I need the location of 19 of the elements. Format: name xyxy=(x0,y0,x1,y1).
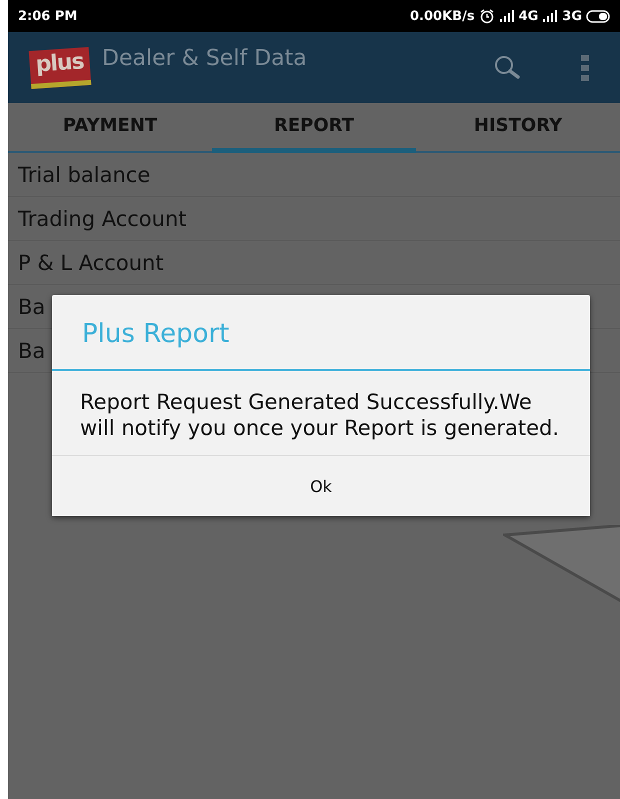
tab[interactable]: REPORT xyxy=(212,103,416,153)
status-time: 2:06 PM xyxy=(18,8,78,24)
network-type: 4G xyxy=(518,8,538,24)
tab[interactable]: HISTORY xyxy=(416,103,620,153)
app-logo: plus xyxy=(28,46,92,89)
list-item[interactable]: P & L Account xyxy=(8,241,620,285)
signal-icon xyxy=(542,10,558,22)
dialog-title: Plus Report xyxy=(52,295,590,371)
network-type: 3G xyxy=(562,8,582,24)
ok-button[interactable]: Ok xyxy=(52,456,590,516)
alarm-clock-icon xyxy=(478,8,495,24)
list-item[interactable]: Trading Account xyxy=(8,197,620,241)
network-speed: 0.00KB/s xyxy=(410,8,475,24)
battery-icon xyxy=(586,10,610,22)
app-title: Dealer & Self Data xyxy=(102,46,308,71)
signal-icon xyxy=(498,10,515,22)
tab[interactable]: PAYMENT xyxy=(8,103,212,153)
list-item[interactable]: Trial balance xyxy=(8,153,620,197)
more-menu-icon[interactable] xyxy=(580,52,590,82)
